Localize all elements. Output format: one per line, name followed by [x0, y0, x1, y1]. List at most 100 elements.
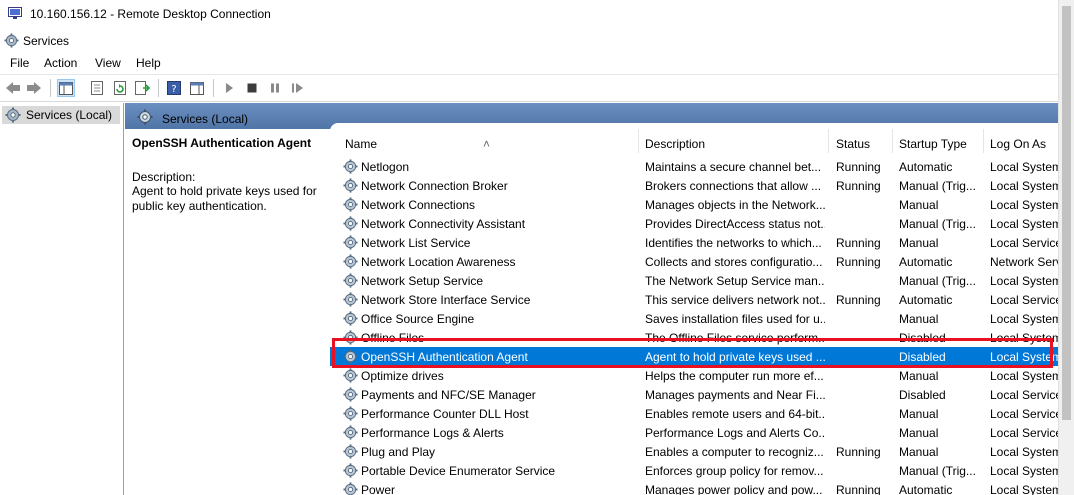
table-row[interactable]: Network Location Awareness Collects and s…	[330, 252, 1058, 271]
service-startup-cell: Automatic	[899, 483, 953, 495]
column-divider[interactable]	[828, 129, 829, 153]
refresh-icon[interactable]	[111, 79, 129, 97]
column-header-startup-type[interactable]: Startup Type	[899, 137, 967, 151]
table-row[interactable]: Portable Device Enumerator Service Enforc…	[330, 461, 1058, 480]
service-gear-icon	[343, 254, 358, 269]
service-name-cell: Network Connections	[361, 198, 476, 212]
service-description-cell: Enforces group policy for remov...	[645, 464, 824, 478]
pause-service-icon[interactable]	[266, 79, 284, 97]
export-list-icon[interactable]	[134, 79, 152, 97]
service-description-cell: Enables a computer to recogniz...	[645, 445, 824, 459]
remote-window-scrollbar[interactable]	[1058, 0, 1074, 495]
service-description-cell: Manages power policy and pow...	[645, 483, 823, 495]
show-action-pane-icon[interactable]	[188, 79, 206, 97]
extended-description-panel: OpenSSH Authentication Agent Description…	[125, 129, 330, 495]
menu-view[interactable]: View	[95, 56, 121, 70]
column-header-status[interactable]: Status	[836, 137, 870, 151]
service-description-cell: Saves installation files used for u...	[645, 312, 825, 326]
column-header-log-on-as[interactable]: Log On As	[990, 137, 1046, 151]
table-row[interactable]: Network Connection Broker Brokers connect…	[330, 176, 1058, 195]
service-startup-cell: Disabled	[899, 388, 946, 402]
app-titlebar: Services	[0, 29, 1058, 53]
table-row[interactable]: Power Manages power policy and pow... Runn…	[330, 480, 1058, 495]
service-startup-cell: Manual	[899, 407, 939, 421]
menu-file[interactable]: File	[10, 56, 29, 70]
service-status-cell: Running	[836, 445, 881, 459]
service-description-cell: This service delivers network not...	[645, 293, 825, 307]
start-service-icon[interactable]	[220, 79, 238, 97]
service-logon-cell: Local Service	[990, 388, 1058, 402]
service-gear-icon	[343, 311, 358, 326]
service-status-cell: Running	[836, 255, 881, 269]
column-divider[interactable]	[892, 129, 893, 153]
service-name-cell: Performance Logs & Alerts	[361, 426, 504, 440]
service-name-cell: Plug and Play	[361, 445, 436, 459]
table-row[interactable]: Office Source Engine Saves installation f…	[330, 309, 1058, 328]
tree-node-services-local[interactable]: Services (Local)	[2, 106, 120, 124]
service-gear-icon	[343, 406, 358, 421]
service-logon-cell: Local System	[990, 464, 1058, 478]
toolbar-separator	[213, 79, 214, 97]
forward-arrow-icon[interactable]	[25, 79, 43, 97]
service-description-cell: Manages payments and Near Fi...	[645, 388, 825, 402]
service-description-cell: Provides DirectAccess status not...	[645, 217, 825, 231]
column-header-name[interactable]: Name	[345, 137, 377, 151]
service-description-cell: The Network Setup Service man...	[645, 274, 825, 288]
service-gear-icon	[343, 482, 358, 495]
service-name-cell: Network Location Awareness	[361, 255, 516, 269]
description-label: Description:	[132, 170, 196, 184]
service-startup-cell: Manual	[899, 369, 939, 383]
service-description-cell: Maintains a secure channel bet...	[645, 160, 822, 174]
help-icon[interactable]: ?	[165, 79, 183, 97]
service-name-cell: Network List Service	[361, 236, 471, 250]
table-row[interactable]: Performance Counter DLL Host Enables remo…	[330, 404, 1058, 423]
highlight-box	[332, 338, 1053, 368]
service-name-cell: Portable Device Enumerator Service	[361, 464, 556, 478]
column-divider[interactable]	[983, 129, 984, 153]
service-name-cell: Office Source Engine	[361, 312, 475, 326]
properties-sheet-icon[interactable]	[88, 79, 106, 97]
table-row[interactable]: Payments and NFC/SE Manager Manages payme…	[330, 385, 1058, 404]
service-description-cell: Manages objects in the Network...	[645, 198, 825, 212]
service-name-cell: Payments and NFC/SE Manager	[361, 388, 536, 402]
app-title: Services	[23, 34, 70, 48]
service-description-cell: Brokers connections that allow ...	[645, 179, 822, 193]
restart-service-icon[interactable]	[289, 79, 307, 97]
back-arrow-icon[interactable]	[4, 79, 22, 97]
service-logon-cell: Local Service	[990, 236, 1058, 250]
details-pane: Services (Local) OpenSSH Authentication …	[125, 103, 1058, 495]
column-divider[interactable]	[638, 129, 639, 153]
service-gear-icon	[343, 235, 358, 250]
service-name-cell: Network Connection Broker	[361, 179, 508, 193]
column-header-description[interactable]: Description	[645, 137, 705, 151]
table-row[interactable]: Optimize drives Helps the computer run mo…	[330, 366, 1058, 385]
table-row[interactable]: Network Connectivity Assistant Provides D…	[330, 214, 1058, 233]
column-header-row: ˄ Name Description Status Startup Type L…	[330, 129, 1058, 153]
menu-help[interactable]: Help	[136, 56, 161, 70]
services-gear-icon	[4, 33, 19, 48]
description-text: Agent to hold private keys used for publ…	[132, 184, 317, 213]
table-row[interactable]: Netlogon Maintains a secure channel bet..…	[330, 157, 1058, 176]
table-row[interactable]: Performance Logs & Alerts Performance Log…	[330, 423, 1058, 442]
table-row[interactable]: Plug and Play Enables a computer to recog…	[330, 442, 1058, 461]
table-row[interactable]: Network Connections Manages objects in th…	[330, 195, 1058, 214]
service-logon-cell: Local System	[990, 312, 1058, 326]
service-status-cell: Running	[836, 293, 881, 307]
show-console-tree-icon[interactable]	[57, 79, 75, 97]
service-startup-cell: Manual	[899, 312, 939, 326]
toolbar-separator	[158, 79, 159, 97]
menu-action[interactable]: Action	[44, 56, 77, 70]
service-logon-cell: Local System	[990, 369, 1058, 383]
service-logon-cell: Local System	[990, 217, 1058, 231]
table-row[interactable]: Network List Service Identifies the netwo…	[330, 233, 1058, 252]
scrollbar-thumb[interactable]	[1062, 6, 1071, 420]
details-header-title: Services (Local)	[162, 112, 249, 126]
table-row[interactable]: Network Store Interface Service This serv…	[330, 290, 1058, 309]
service-startup-cell: Manual	[899, 236, 939, 250]
service-logon-cell: Local System	[990, 445, 1058, 459]
table-row[interactable]: Network Setup Service The Network Setup S…	[330, 271, 1058, 290]
service-status-cell: Running	[836, 160, 881, 174]
service-gear-icon	[343, 197, 358, 212]
services-list[interactable]: ˄ Name Description Status Startup Type L…	[330, 129, 1058, 495]
stop-service-icon[interactable]	[243, 79, 261, 97]
